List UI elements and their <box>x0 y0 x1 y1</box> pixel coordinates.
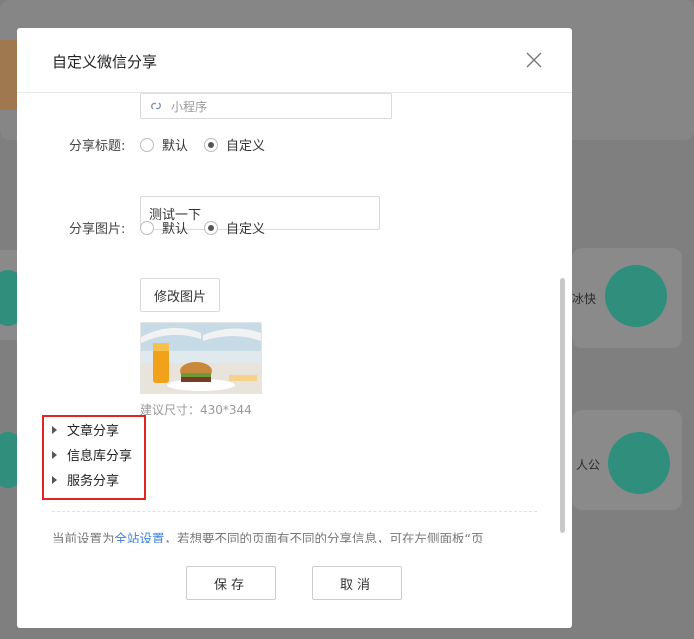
radio-label: 自定义 <box>226 139 266 154</box>
site-settings-link[interactable]: 全站设置 <box>115 531 165 543</box>
settings-note: 当前设置为全站设置，若想要不同的页面有不同的分享信息，可在左侧面板“页面”-“分… <box>52 530 522 543</box>
share-title-label: 分享标题: <box>69 139 126 154</box>
bg-text-2: 人公 <box>576 458 601 472</box>
modify-image-button[interactable]: 修改图片 <box>140 278 220 312</box>
save-button[interactable]: 保存 <box>186 566 276 600</box>
share-image-default-radio[interactable]: 默认 <box>140 218 188 237</box>
mini-program-placeholder: 小程序 <box>171 99 208 114</box>
annotation-highlight-box <box>42 415 146 500</box>
wechat-icon <box>605 265 667 327</box>
close-icon[interactable] <box>524 50 544 70</box>
link-icon <box>149 99 163 113</box>
scrollbar-thumb[interactable] <box>560 278 565 533</box>
radio-circle <box>140 137 154 152</box>
note-prefix: 当前设置为 <box>52 531 115 543</box>
modal-header: 自定义微信分享 <box>17 28 572 93</box>
share-title-default-radio[interactable]: 默认 <box>140 135 188 154</box>
bg-text-1: 冰快 <box>572 292 597 306</box>
mini-program-field[interactable]: 小程序 <box>140 93 392 119</box>
radio-label: 自定义 <box>226 222 266 237</box>
radio-circle <box>140 220 154 235</box>
share-image-thumbnail <box>140 322 262 394</box>
radio-circle-checked <box>204 137 218 152</box>
modal-title: 自定义微信分享 <box>52 53 158 71</box>
cancel-button[interactable]: 取消 <box>312 566 402 600</box>
share-image-custom-radio[interactable]: 自定义 <box>204 218 265 237</box>
video-icon <box>608 432 670 494</box>
radio-label: 默认 <box>162 222 189 237</box>
modal-body[interactable]: 小程序 分享标题: 默认 自定义 测试一下 分享图片: 默认 自定义 修改图片 <box>17 93 572 543</box>
radio-label: 默认 <box>162 139 189 154</box>
share-settings-modal: 自定义微信分享 小程序 分享标题: 默认 自定义 测试一下 分享图片: 默认 自… <box>17 28 572 628</box>
share-title-custom-radio[interactable]: 自定义 <box>204 135 265 154</box>
radio-circle-checked <box>204 220 218 235</box>
image-size-hint: 建议尺寸：430*344 <box>140 403 252 417</box>
share-image-label: 分享图片: <box>69 222 126 237</box>
section-divider <box>52 511 537 512</box>
